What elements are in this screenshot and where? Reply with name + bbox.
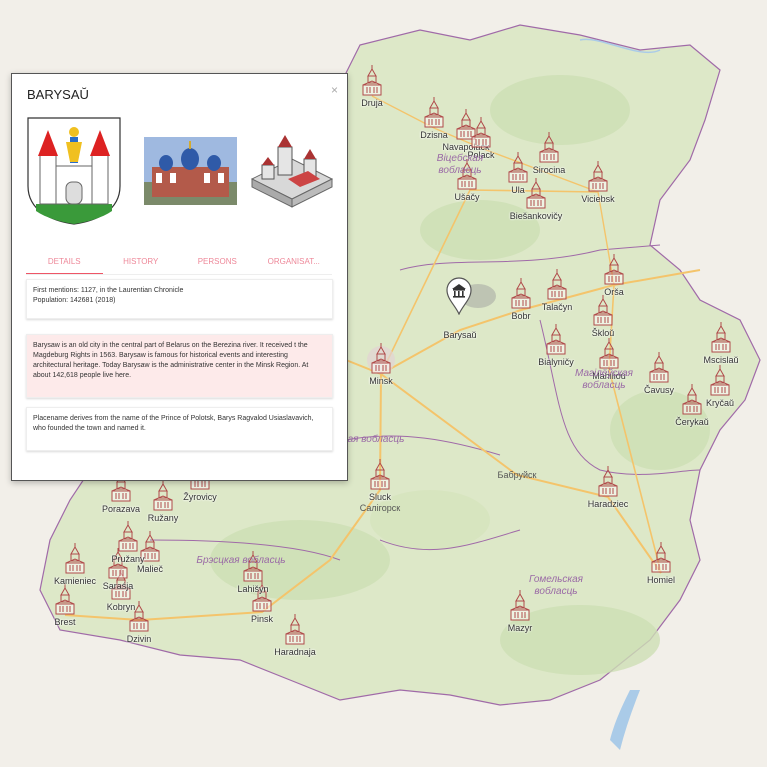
church-marker-icon — [546, 324, 566, 355]
city-label: Čavusy — [643, 385, 675, 395]
church-marker-icon — [710, 365, 730, 396]
facts-card: First mentions: 1127, in the Laurentian … — [26, 279, 333, 319]
city-label: Sluck — [368, 492, 392, 502]
region-label: Гомельская вобласць — [528, 574, 584, 597]
image-gallery — [26, 116, 336, 226]
church-marker-icon — [511, 278, 531, 309]
city-label: Haradziec — [587, 499, 629, 509]
city-label: Malieč — [136, 564, 164, 574]
city-label: Kobryn — [106, 602, 136, 612]
city-label: Pinsk — [250, 614, 274, 624]
church-marker-icon — [547, 269, 567, 300]
church-marker-icon — [588, 161, 608, 192]
first-mentions-text: First mentions: 1127, in the Laurentian … — [33, 287, 184, 294]
close-icon[interactable]: × — [331, 83, 338, 97]
city-label: Homiel — [646, 575, 676, 585]
city-info-popup: BARYSAŬ × DETAILS HISTORY PERSONS ORGANI… — [11, 73, 348, 481]
church-marker-icon — [118, 521, 138, 552]
coat-of-arms-image[interactable] — [26, 116, 122, 226]
tab-organisations[interactable]: ORGANISAT... — [256, 254, 333, 274]
church-marker-icon — [599, 338, 619, 369]
city-label: Druja — [361, 98, 383, 108]
city-label: Bialyničy — [538, 357, 574, 367]
church-photo[interactable] — [144, 137, 237, 205]
city-label: Dzivin — [126, 634, 152, 644]
city-label: Ula — [511, 185, 525, 195]
region-label: ая вобласць — [347, 434, 405, 445]
church-marker-icon — [362, 65, 382, 96]
city-label: Viciebsk — [581, 194, 615, 204]
church-marker-icon — [711, 322, 731, 353]
description-card: Barysaw is an old city in the central pa… — [26, 334, 333, 398]
city-label: Mazyr — [507, 623, 533, 633]
placename-card: Placename derives from the name of the P… — [26, 407, 333, 451]
church-marker-icon — [539, 132, 559, 163]
church-marker-icon — [153, 480, 173, 511]
city-label: Minsk — [369, 376, 393, 386]
description-text: Barysaw is an old city in the central pa… — [33, 342, 309, 379]
tab-persons[interactable]: PERSONS — [179, 254, 256, 274]
region-label: Брэсцкая вобласць — [196, 555, 286, 566]
city-label: Lahišyn — [237, 584, 269, 594]
church-marker-icon — [65, 543, 85, 574]
city-label: Biešankovičy — [509, 211, 563, 221]
church-marker-icon — [285, 614, 305, 645]
church-marker-icon — [471, 117, 491, 148]
city-label: Haradnaja — [274, 647, 316, 657]
city-label: Žyrovicy — [183, 492, 217, 502]
region-label: Віцебская вобласць — [436, 153, 484, 176]
region-label: Магілёўская вобласць — [575, 368, 633, 391]
popup-tabs: DETAILS HISTORY PERSONS ORGANISAT... — [26, 254, 332, 275]
city-label: Ušačy — [454, 192, 480, 202]
popup-title: BARYSAŬ — [27, 87, 89, 102]
city-label: Kamieniec — [53, 576, 97, 586]
city-label: Porazava — [101, 504, 141, 514]
church-marker-icon — [682, 384, 702, 415]
church-marker-icon — [371, 343, 391, 374]
church-marker-icon — [593, 295, 613, 326]
city-label: Bobr — [511, 311, 531, 321]
castle-model-image[interactable] — [248, 131, 336, 211]
church-marker-icon — [604, 254, 624, 285]
tab-details[interactable]: DETAILS — [26, 254, 103, 274]
city-label: Ružany — [147, 513, 179, 523]
church-marker-icon — [651, 542, 671, 573]
church-marker-icon — [598, 466, 618, 497]
city-label: Brest — [54, 617, 76, 627]
city-label: Sirocina — [532, 165, 566, 175]
city-label: Dzisna — [420, 130, 448, 140]
town-label: Бабруйск — [497, 470, 537, 480]
city-label: Čerykaŭ — [675, 417, 709, 427]
museum-pin-icon — [446, 277, 472, 316]
city-label: Saraśja — [102, 581, 134, 591]
city-label: Talačyn — [541, 302, 573, 312]
church-marker-icon — [649, 352, 669, 383]
population-text: Population: 142681 (2018) — [33, 297, 116, 304]
church-marker-icon — [424, 97, 444, 128]
city-label: Pružany — [111, 554, 145, 564]
tab-history[interactable]: HISTORY — [103, 254, 180, 274]
city-label: Kryčaŭ — [705, 398, 735, 408]
selected-city-label: Barysaŭ — [443, 330, 477, 340]
church-marker-icon — [370, 459, 390, 490]
town-label: Салігорск — [359, 503, 401, 513]
church-marker-icon — [55, 584, 75, 615]
selected-city-pin[interactable] — [445, 277, 473, 316]
placename-text: Placename derives from the name of the P… — [33, 415, 314, 432]
church-marker-icon — [526, 178, 546, 209]
